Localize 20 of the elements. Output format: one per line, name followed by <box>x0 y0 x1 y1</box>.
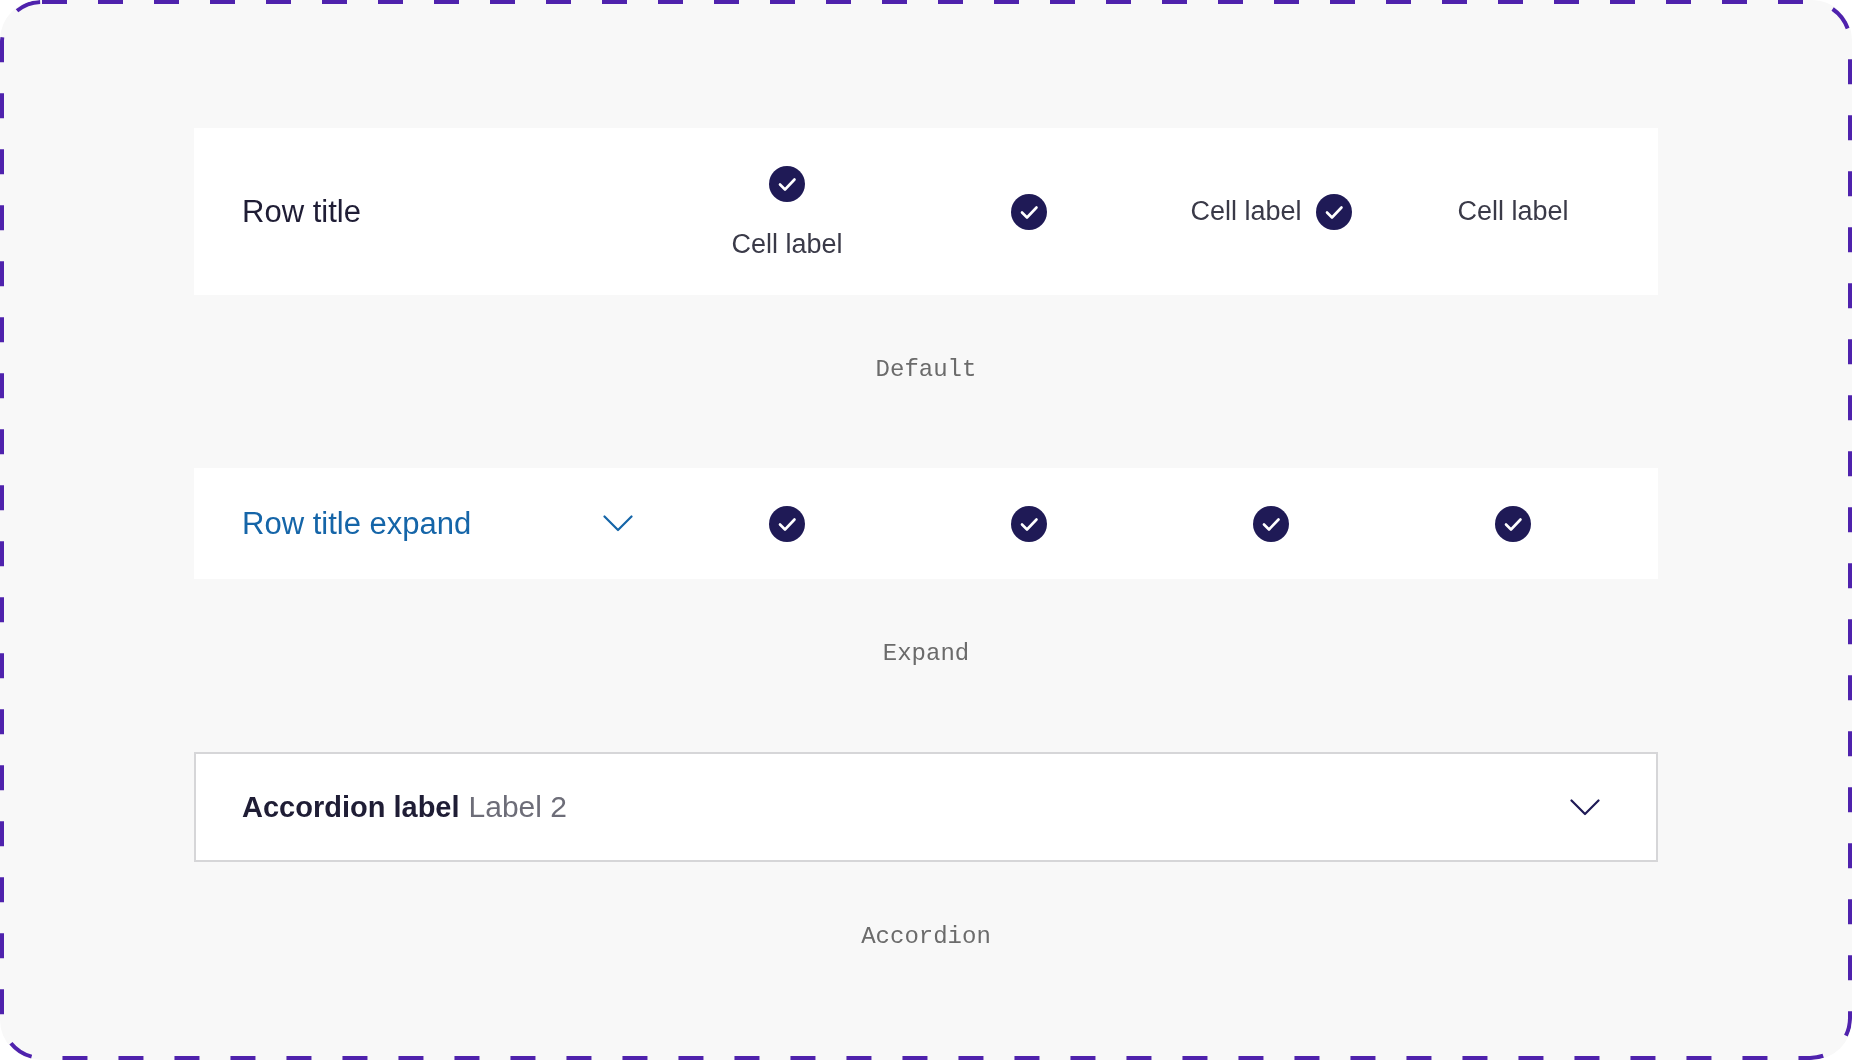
chevron-down-icon[interactable] <box>1570 798 1600 816</box>
chevron-down-icon[interactable] <box>603 515 633 532</box>
check-circle-icon <box>1495 505 1531 542</box>
cell-label: Cell label <box>1190 196 1302 227</box>
row-title[interactable]: Row title expand <box>242 505 472 542</box>
check-circle-icon <box>1011 193 1047 230</box>
accordion-label: Accordion label <box>242 791 460 824</box>
check-circle-icon <box>1253 505 1289 542</box>
row-title: Row title <box>242 193 361 230</box>
caption: Default <box>875 356 977 384</box>
accordion-header[interactable]: Accordion label Label 2 <box>194 752 1658 862</box>
cell-label: Cell label <box>1457 196 1569 227</box>
accordion-secondary-label: Label 2 <box>468 790 567 824</box>
caption: Accordion <box>861 923 991 951</box>
cell-label: Cell label <box>731 228 843 260</box>
check-circle-icon <box>769 505 805 542</box>
check-circle-icon <box>1315 193 1352 230</box>
check-circle-icon <box>769 165 805 202</box>
check-circle-icon <box>1011 505 1047 542</box>
caption: Expand <box>882 640 970 668</box>
